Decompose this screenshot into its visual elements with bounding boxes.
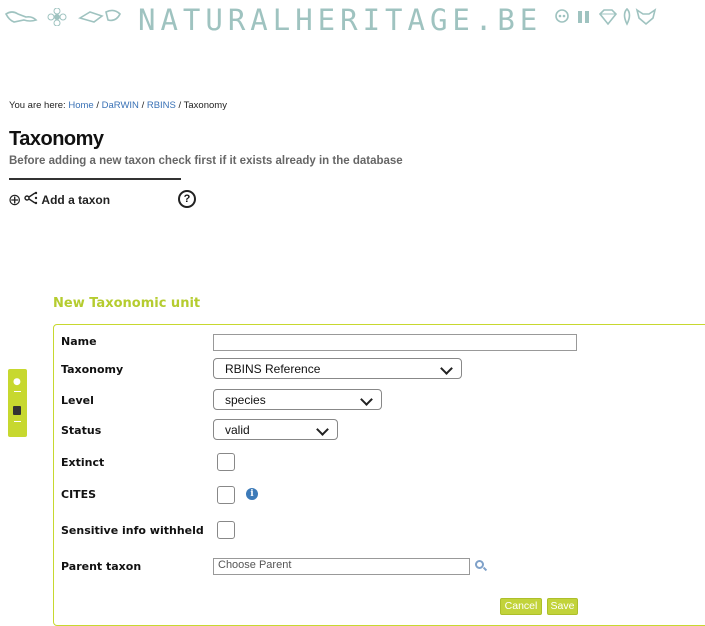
breadcrumb: You are here: Home / DaRWIN / RBINS / Ta… — [9, 100, 227, 111]
name-input[interactable] — [213, 334, 577, 351]
chevron-down-icon — [316, 423, 329, 436]
save-disk-icon — [13, 406, 21, 415]
breadcrumb-current: Taxonomy — [183, 100, 227, 111]
tab-divider — [14, 421, 21, 422]
extinct-label: Extinct — [61, 456, 105, 469]
breadcrumb-separator: / — [178, 100, 182, 111]
feather-icon — [621, 7, 633, 29]
flower-icon — [46, 7, 68, 29]
taxonomy-value: RBINS Reference — [225, 362, 321, 376]
gem-icon — [597, 8, 619, 29]
breadcrumb-separator: / — [141, 100, 145, 111]
taxonomy-label: Taxonomy — [61, 363, 124, 376]
breadcrumb-separator: / — [96, 100, 99, 111]
name-label: Name — [61, 335, 97, 348]
save-button[interactable]: Save — [547, 598, 578, 615]
breadcrumb-prefix: You are here: — [9, 100, 66, 111]
site-brand[interactable]: NATURALHERITAGE.BE — [138, 3, 538, 37]
section-title: New Taxonomic unit — [53, 296, 201, 311]
breadcrumb-rbins[interactable]: RBINS — [147, 100, 176, 111]
page-subtitle: Before adding a new taxon check first if… — [9, 155, 403, 167]
breadcrumb-home[interactable]: Home — [68, 100, 93, 111]
title-divider — [9, 178, 181, 180]
status-select[interactable]: valid — [213, 419, 338, 440]
parent-taxon-label: Parent taxon — [61, 560, 142, 573]
status-label: Status — [61, 424, 102, 437]
skull-icon — [553, 8, 571, 29]
sensitive-label: Sensitive info withheld — [61, 524, 204, 537]
help-icon[interactable]: ? — [178, 190, 196, 208]
bird-icon — [4, 8, 38, 29]
side-panel-tab[interactable]: ● — [8, 369, 27, 437]
cites-checkbox[interactable] — [217, 486, 235, 504]
chevron-down-icon — [360, 393, 373, 406]
level-value: species — [225, 393, 266, 407]
site-banner: NATURALHERITAGE.BE — [0, 0, 705, 40]
add-taxon-link[interactable]: ⊕ Add a taxon — [8, 190, 110, 210]
fox-icon — [635, 8, 657, 29]
breadcrumb-darwin[interactable]: DaRWIN — [102, 100, 139, 111]
eye-icon: ● — [13, 377, 21, 387]
search-icon[interactable] — [475, 560, 484, 569]
cancel-button[interactable]: Cancel — [500, 598, 542, 615]
plus-circle-icon: ⊕ — [8, 192, 22, 209]
add-taxon-label: Add a taxon — [41, 193, 111, 207]
extinct-checkbox[interactable] — [217, 453, 235, 471]
sensitive-checkbox[interactable] — [217, 521, 235, 539]
tree-icon — [24, 191, 38, 210]
chevron-down-icon — [440, 362, 453, 375]
cites-label: CITES — [61, 488, 97, 501]
page-title: Taxonomy — [9, 128, 104, 150]
info-icon[interactable]: i — [246, 488, 258, 500]
status-value: valid — [225, 423, 250, 437]
tab-divider — [14, 391, 21, 392]
parent-taxon-input[interactable]: Choose Parent — [213, 558, 470, 575]
taxonomy-select[interactable]: RBINS Reference — [213, 358, 462, 379]
bird-icon-2 — [78, 8, 128, 29]
level-select[interactable]: species — [213, 389, 382, 410]
fossil-icon — [575, 8, 593, 29]
level-label: Level — [61, 394, 94, 407]
